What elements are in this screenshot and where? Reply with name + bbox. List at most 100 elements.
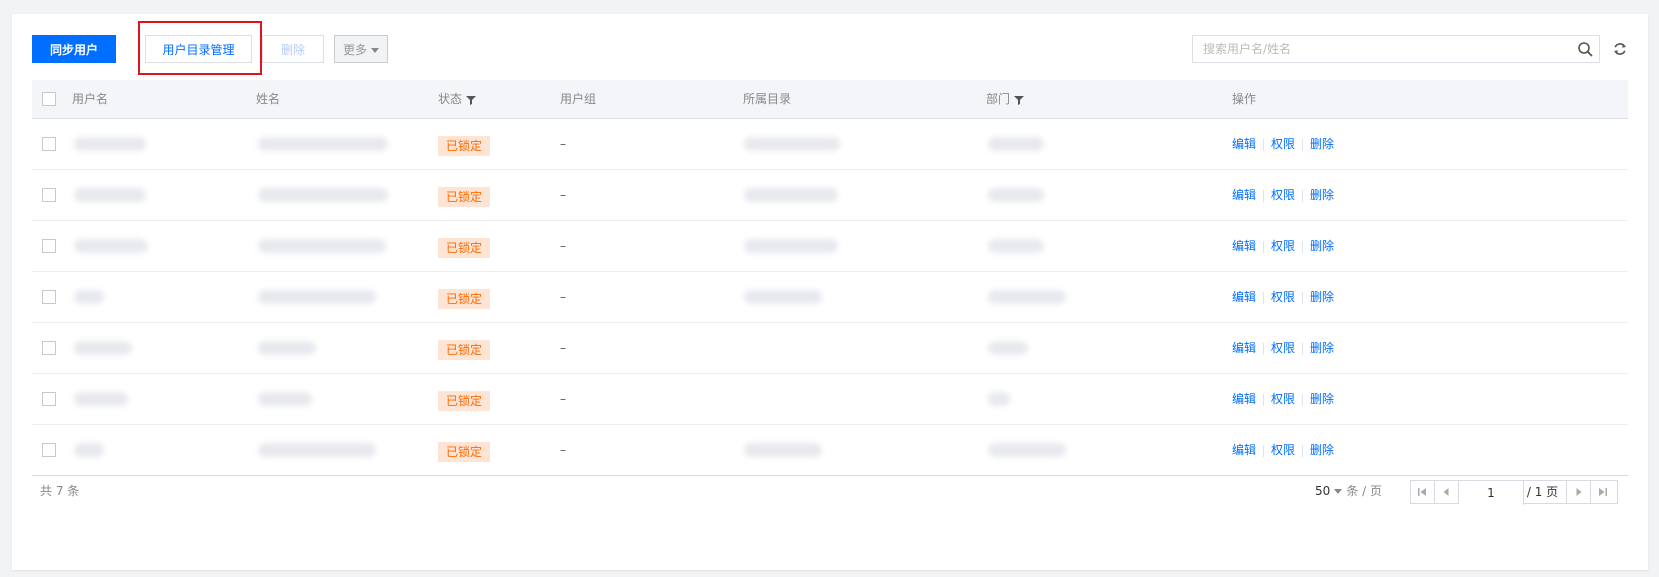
edit-link[interactable]: 编辑 [1232,341,1256,355]
divider [1263,240,1265,253]
permission-link[interactable]: 权限 [1271,290,1295,304]
header-department[interactable]: 部门 [986,80,1025,118]
blurred-directory [744,443,822,457]
blurred-username [74,188,146,202]
permission-link[interactable]: 权限 [1271,239,1295,253]
blurred-directory [744,188,838,202]
more-dropdown[interactable]: 更多 [334,35,388,63]
delete-link[interactable]: 删除 [1310,392,1334,406]
delete-link[interactable]: 删除 [1310,443,1334,457]
select-all-checkbox[interactable] [42,92,56,106]
search-icon[interactable] [1577,41,1593,57]
first-page-icon [1418,488,1426,496]
delete-link[interactable]: 删除 [1310,137,1334,151]
delete-link[interactable]: 删除 [1310,290,1334,304]
group-cell: – [560,290,566,304]
page-number-input[interactable] [1459,481,1524,505]
delete-link[interactable]: 删除 [1310,188,1334,202]
total-count: 共 7 条 [40,484,80,498]
blurred-username [74,392,128,406]
prev-page-button[interactable] [1435,481,1459,503]
edit-link[interactable]: 编辑 [1232,392,1256,406]
blurred-username [74,290,104,304]
header-status-label: 状态 [438,92,463,106]
permission-link[interactable]: 权限 [1271,392,1295,406]
prev-page-icon [1443,488,1449,496]
row-checkbox[interactable] [42,137,56,151]
row-checkbox[interactable] [42,341,56,355]
blurred-username [74,443,104,457]
caret-down-icon [371,48,379,53]
group-cell: – [560,341,566,355]
divider [1302,444,1304,457]
group-cell: – [560,188,566,202]
status-badge: 已锁定 [438,136,491,156]
edit-link[interactable]: 编辑 [1232,290,1256,304]
directory-management-button[interactable]: 用户目录管理 [145,35,252,63]
row-actions: 编辑 权限 删除 [1232,425,1334,475]
edit-link[interactable]: 编辑 [1232,137,1256,151]
blurred-username [74,341,132,355]
delete-link[interactable]: 删除 [1310,341,1334,355]
row-actions: 编辑 权限 删除 [1232,272,1334,322]
status-badge: 已锁定 [438,187,491,207]
status-badge: 已锁定 [438,391,491,411]
filter-icon[interactable] [466,95,477,105]
blurred-name [258,290,376,304]
next-page-button[interactable] [1567,481,1591,503]
sync-users-button[interactable]: 同步用户 [32,35,116,63]
delete-button[interactable]: 删除 [262,35,324,63]
header-group: 用户组 [560,92,597,106]
last-page-button[interactable] [1591,481,1614,503]
permission-link[interactable]: 权限 [1271,137,1295,151]
page-size-select[interactable]: 50 条 / 页 [1315,480,1382,502]
row-checkbox[interactable] [42,290,56,304]
row-checkbox[interactable] [42,239,56,253]
row-actions: 编辑 权限 删除 [1232,119,1334,169]
row-checkbox[interactable] [42,188,56,202]
filter-icon[interactable] [1014,95,1025,105]
status-badge: 已锁定 [438,340,491,360]
table-row: 已锁定 – 编辑 权限 删除 [32,119,1628,170]
pagination: 50 条 / 页 / 1 页 [1178,480,1618,505]
divider [1302,138,1304,151]
last-page-icon [1599,488,1607,496]
blurred-name [258,341,316,355]
next-page-icon [1576,488,1582,496]
table-footer: 共 7 条 50 条 / 页 / 1 页 [32,480,1628,512]
edit-link[interactable]: 编辑 [1232,443,1256,457]
group-cell: – [560,239,566,253]
header-directory: 所属目录 [743,92,792,106]
table-row: 已锁定 – 编辑 权限 删除 [32,374,1628,425]
divider [1263,189,1265,202]
divider [1302,189,1304,202]
header-name: 姓名 [256,92,281,106]
permission-link[interactable]: 权限 [1271,188,1295,202]
blurred-name [258,239,386,253]
blurred-name [258,188,388,202]
group-cell: – [560,443,566,457]
permission-link[interactable]: 权限 [1271,443,1295,457]
header-status[interactable]: 状态 [438,80,477,118]
blurred-directory [744,137,840,151]
row-checkbox[interactable] [42,392,56,406]
divider [1263,393,1265,406]
group-cell: – [560,137,566,151]
edit-link[interactable]: 编辑 [1232,188,1256,202]
permission-link[interactable]: 权限 [1271,341,1295,355]
status-badge: 已锁定 [438,238,491,258]
user-table: 用户名 姓名 状态 用户组 所属目录 部门 操作 已锁定 – 编辑权限删除 [32,80,1628,476]
row-checkbox[interactable] [42,443,56,457]
page-navigator: / 1 页 [1410,480,1618,505]
search-box [1192,35,1600,63]
blurred-directory [744,239,838,253]
table-row: 已锁定 – 编辑 权限 删除 [32,170,1628,221]
refresh-icon[interactable] [1612,41,1628,57]
first-page-button[interactable] [1411,481,1435,503]
table-row: 已锁定 – 编辑 权限 删除 [32,425,1628,476]
blurred-department [988,443,1066,457]
search-input[interactable] [1193,36,1573,62]
edit-link[interactable]: 编辑 [1232,239,1256,253]
delete-link[interactable]: 删除 [1310,239,1334,253]
divider [1302,240,1304,253]
